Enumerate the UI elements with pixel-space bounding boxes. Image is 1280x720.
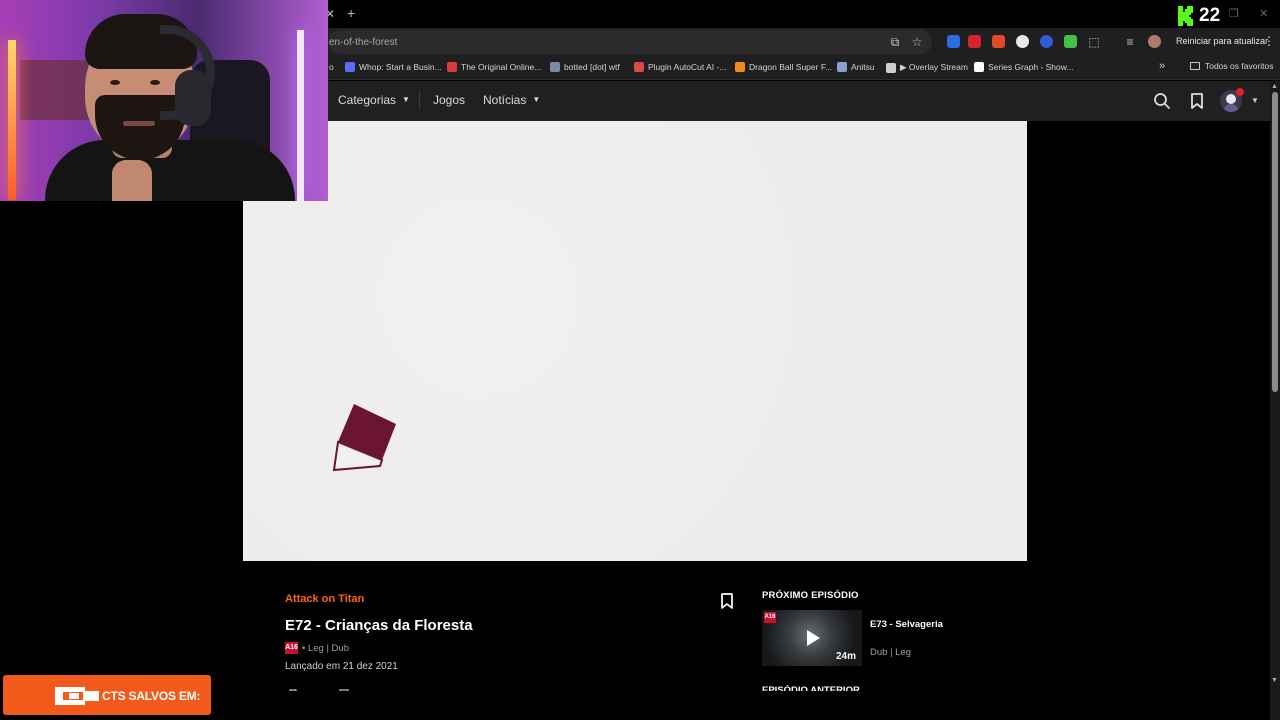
bookmark-item[interactable]: ▶ Overlay Stream (886, 62, 968, 73)
clips-logo-icon (55, 687, 99, 705)
restart-to-update-button[interactable]: Reiniciar para atualizar (1172, 31, 1272, 52)
browser-menu-icon[interactable]: ⋮ (1263, 34, 1275, 48)
nav-games[interactable]: Jogos (433, 93, 465, 107)
streamer-hand (112, 160, 152, 201)
bookmark-label: Dragon Ball Super F... (749, 62, 833, 72)
extension-icon[interactable] (1064, 35, 1077, 48)
bookmark-item[interactable]: The Original Online... (447, 62, 541, 72)
restore-icon[interactable]: ❐ (1229, 7, 1239, 20)
episode-title: E72 - Crianças da Floresta (285, 617, 473, 634)
extension-icon[interactable] (1016, 35, 1029, 48)
bookmark-label: The Original Online... (461, 62, 542, 72)
bookmark-item[interactable]: Dragon Ball Super F... (735, 62, 832, 72)
profile-avatar-icon[interactable] (1148, 35, 1161, 48)
new-tab-icon[interactable]: + (347, 5, 355, 21)
bookmark-favicon-icon (345, 62, 355, 72)
scroll-up-arrow-icon[interactable]: ▲ (1271, 83, 1278, 90)
kick-logo-icon (1178, 6, 1193, 26)
nav-news-label: Notícias (483, 93, 527, 107)
extension-icon[interactable] (1040, 35, 1053, 48)
next-episode-heading: PRÓXIMO EPISÓDIO (762, 590, 859, 601)
streamer-eye (110, 80, 120, 85)
media-control-icon[interactable]: ≡ (1122, 34, 1138, 50)
window-close-icon[interactable]: ✕ (1259, 7, 1268, 20)
watchlist-bookmark-icon[interactable] (1188, 92, 1206, 110)
bookmark-item[interactable]: botted [dot] wtf (550, 62, 620, 72)
chevron-down-icon: ▼ (532, 95, 541, 104)
bookmark-favicon-icon (886, 62, 896, 73)
bookmark-item[interactable]: Whop: Start a Busin... (345, 62, 442, 72)
bookmark-item[interactable]: Series Graph - Show... (974, 62, 1074, 72)
extension-icon[interactable] (992, 35, 1005, 48)
episode-actions-row (285, 683, 735, 691)
bookmark-favicon-icon (447, 62, 457, 72)
extension-icon[interactable] (968, 35, 981, 48)
scrollbar-thumb[interactable] (1272, 92, 1278, 392)
chevron-down-icon: ▼ (402, 95, 410, 104)
nav-categories[interactable]: Categorias ▼ (338, 93, 410, 107)
bookmark-label: Plugin AutoCut AI -... (648, 62, 727, 72)
next-episode-audio: Dub | Leg (870, 647, 912, 658)
bookmark-label: Series Graph - Show... (988, 62, 1074, 72)
bookmark-label: Whop: Start a Busin... (359, 62, 442, 72)
bookmark-label: ▶ Overlay Stream (900, 62, 968, 72)
episode-rating-row: A16 • Leg | Dub (285, 642, 349, 654)
webcam-led-light (297, 30, 304, 201)
bookmark-star-icon[interactable]: ☆ (909, 34, 925, 50)
bookmark-label: Anitsu (851, 62, 875, 72)
audio-options: • Leg | Dub (302, 642, 349, 654)
extensions-puzzle-icon[interactable]: ⬚ (1086, 34, 1102, 50)
bookmark-favicon-icon (837, 62, 847, 72)
release-date: Lançado em 21 dez 2021 (285, 661, 398, 672)
webcam-led-light (8, 40, 16, 200)
bookmark-label: o (329, 62, 334, 72)
all-bookmarks-label: Todos os favoritos (1205, 61, 1274, 71)
folder-icon (1190, 62, 1200, 70)
bookmark-favicon-icon (550, 62, 560, 72)
webcam-overlay (0, 0, 328, 201)
bookmark-favicon-icon (634, 62, 644, 72)
series-link[interactable]: Attack on Titan (285, 593, 364, 605)
address-bar[interactable] (328, 30, 932, 54)
play-icon[interactable] (800, 626, 824, 650)
bookmark-item[interactable]: Plugin AutoCut AI -... (634, 62, 726, 72)
kick-viewer-count: 22 (1199, 5, 1221, 26)
streamer-mouth (123, 121, 155, 126)
webcam-background-shelf (20, 60, 90, 120)
previous-episode-heading: EPISÓDIO ANTERIOR (762, 685, 860, 691)
episode-bookmark-icon[interactable] (720, 593, 734, 609)
notification-dot (1236, 88, 1244, 96)
bookmark-favicon-icon (974, 62, 984, 72)
all-bookmarks-folder[interactable]: Todos os favoritos (1190, 61, 1274, 71)
install-app-icon[interactable]: ⧉ (887, 34, 903, 50)
nav-divider (419, 91, 420, 109)
headphone-cup (175, 70, 211, 126)
saved-clips-text: CTS SALVOS EM: (102, 689, 201, 703)
age-rating-badge: A16 (285, 642, 298, 654)
bookmark-item[interactable]: o (329, 62, 334, 72)
streamer-eye (150, 80, 160, 85)
nav-news[interactable]: Notícias ▼ (483, 93, 540, 107)
chevron-down-icon[interactable]: ▼ (1251, 96, 1259, 105)
bookmark-favicon-icon (735, 62, 745, 72)
bookmarks-overflow-icon[interactable]: » (1159, 60, 1165, 72)
nav-categories-label: Categorias (338, 93, 397, 107)
next-episode-title[interactable]: E73 - Selvageria (870, 619, 943, 630)
address-url[interactable]: en-of-the-forest (329, 37, 397, 48)
video-frame (243, 121, 1027, 561)
next-episode-thumbnail[interactable]: A16 24m (762, 610, 862, 666)
search-icon[interactable] (1153, 92, 1171, 110)
age-rating-badge: A16 (764, 612, 776, 623)
action-icons[interactable] (285, 688, 735, 691)
scroll-down-arrow-icon[interactable]: ▼ (1271, 677, 1278, 684)
book-illustration (332, 404, 396, 472)
video-player[interactable] (243, 121, 1027, 561)
bookmark-item[interactable]: Anitsu (837, 62, 875, 72)
episode-duration: 24m (835, 651, 856, 662)
bookmark-label: botted [dot] wtf (564, 62, 620, 72)
extension-icon[interactable] (947, 35, 960, 48)
